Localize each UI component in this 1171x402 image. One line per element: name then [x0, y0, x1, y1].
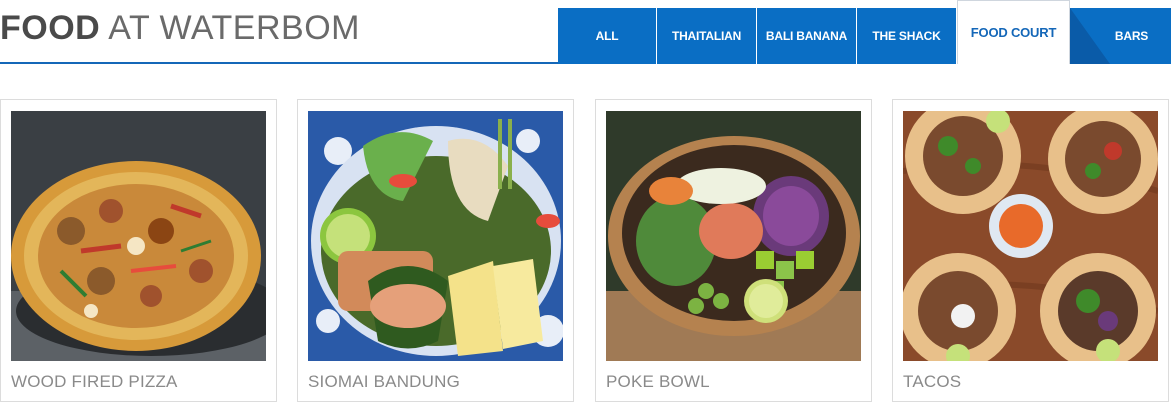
food-card-poke-bowl[interactable]: POKE BOWL: [595, 99, 872, 402]
food-card-tacos[interactable]: TACOS: [892, 99, 1169, 402]
food-card-caption: POKE BOWL: [606, 372, 710, 391]
food-card-caption: WOOD FIRED PIZZA: [11, 372, 178, 391]
tab-thaitalian[interactable]: THAITALIAN: [657, 8, 757, 64]
tab-bali-banana[interactable]: BALI BANANA: [757, 8, 857, 64]
tab-label: THE SHACK: [872, 29, 941, 43]
pizza-photo: [11, 111, 266, 361]
food-grid: WOOD FIRED PIZZA SIOMAI BANDUNG POKE BOW…: [0, 99, 1171, 402]
poke-bowl-photo: [606, 111, 861, 361]
food-card-pizza[interactable]: WOOD FIRED PIZZA: [0, 99, 277, 402]
food-card-caption: SIOMAI BANDUNG: [308, 372, 461, 391]
siomai-photo: [308, 111, 563, 361]
page-header: FOOD AT WATERBOM ALL THAITALIAN BALI BAN…: [0, 0, 1171, 64]
tacos-photo: [903, 111, 1158, 361]
page-title: FOOD AT WATERBOM: [0, 8, 360, 48]
tab-label: BALI BANANA: [765, 29, 848, 43]
tab-label: THAITALIAN: [671, 29, 742, 43]
tab-all[interactable]: ALL: [558, 8, 657, 64]
tab-label: FOOD COURT: [970, 25, 1057, 40]
food-card-caption: TACOS: [903, 372, 962, 391]
page-title-bold: FOOD: [0, 9, 101, 47]
tab-food-court[interactable]: FOOD COURT: [957, 0, 1070, 64]
tab-label: ALL: [595, 29, 619, 43]
food-card-siomai[interactable]: SIOMAI BANDUNG: [297, 99, 574, 402]
tab-label: BARS: [1114, 29, 1149, 43]
page-title-light: AT WATERBOM: [108, 9, 360, 47]
category-tabs: ALL THAITALIAN BALI BANANA THE SHACK FOO…: [558, 0, 1171, 64]
tab-the-shack[interactable]: THE SHACK: [857, 8, 957, 64]
